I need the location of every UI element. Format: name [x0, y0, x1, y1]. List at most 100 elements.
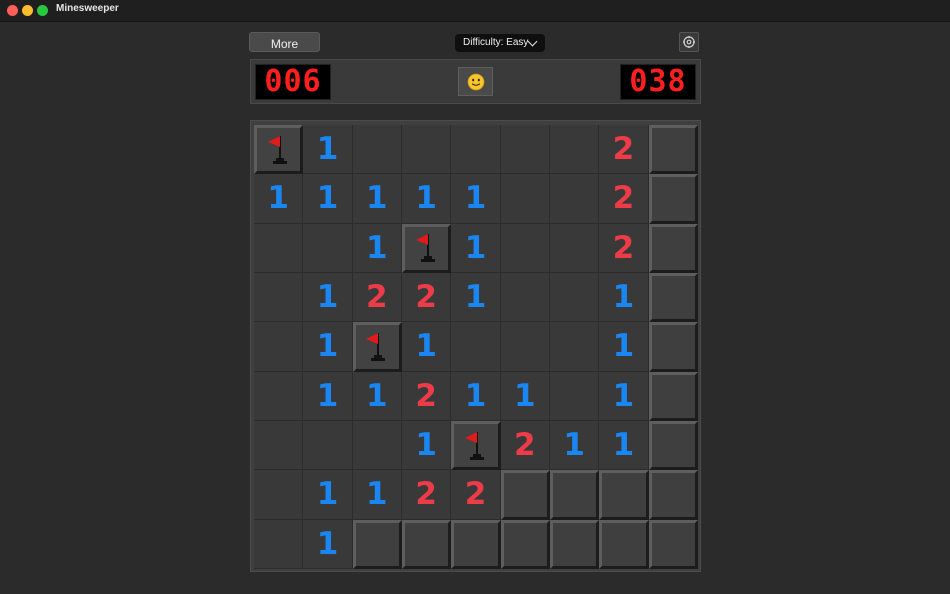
empty-cell[interactable] — [254, 470, 304, 520]
empty-cell[interactable] — [549, 223, 600, 273]
number-cell[interactable]: 1 — [303, 322, 353, 372]
cell-number: 1 — [464, 180, 487, 217]
hidden-cell[interactable] — [352, 519, 402, 569]
hidden-cell[interactable] — [648, 223, 698, 273]
hidden-cell[interactable] — [648, 420, 698, 471]
number-cell[interactable]: 1 — [401, 174, 452, 224]
empty-cell[interactable] — [549, 322, 600, 372]
empty-cell[interactable] — [451, 322, 501, 372]
number-cell[interactable]: 1 — [303, 174, 353, 224]
difficulty-select[interactable]: Difficulty: Easy — [455, 34, 545, 52]
number-cell[interactable]: 1 — [451, 272, 501, 323]
empty-cell[interactable] — [451, 125, 501, 175]
number-cell[interactable]: 2 — [599, 125, 649, 175]
flagged-cell[interactable] — [401, 223, 452, 273]
empty-cell[interactable] — [254, 272, 304, 323]
hidden-cell[interactable] — [451, 519, 501, 569]
number-cell[interactable]: 1 — [599, 371, 649, 421]
hidden-cell[interactable] — [549, 470, 600, 520]
hidden-cell[interactable] — [401, 519, 452, 569]
hidden-cell[interactable] — [549, 519, 600, 569]
cell-number: 1 — [366, 180, 388, 217]
number-cell[interactable]: 2 — [599, 223, 649, 273]
empty-cell[interactable] — [500, 125, 550, 175]
empty-cell[interactable] — [254, 519, 304, 569]
empty-cell[interactable] — [401, 125, 452, 175]
timer-counter: 038 — [620, 64, 696, 100]
number-cell[interactable]: 2 — [401, 371, 452, 421]
hidden-cell[interactable] — [648, 470, 698, 520]
flagged-cell[interactable] — [451, 420, 501, 471]
empty-cell[interactable] — [500, 272, 550, 323]
close-window-button[interactable] — [7, 5, 18, 16]
empty-cell[interactable] — [303, 223, 353, 273]
number-cell[interactable]: 1 — [401, 420, 452, 471]
hidden-cell[interactable] — [648, 174, 698, 224]
minimize-window-button[interactable] — [22, 5, 33, 16]
cell-number: 1 — [612, 328, 635, 365]
number-cell[interactable]: 1 — [599, 420, 649, 471]
zoom-window-button[interactable] — [37, 5, 48, 16]
more-games-button[interactable]: More Games — [249, 32, 320, 71]
empty-cell[interactable] — [549, 371, 600, 421]
number-cell[interactable]: 1 — [352, 371, 402, 421]
number-cell[interactable]: 1 — [401, 322, 452, 372]
number-cell[interactable]: 1 — [451, 371, 501, 421]
hidden-cell[interactable] — [599, 470, 649, 520]
number-cell[interactable]: 1 — [352, 174, 402, 224]
flag-icon — [414, 230, 440, 266]
empty-cell[interactable] — [549, 174, 600, 224]
hidden-cell[interactable] — [648, 371, 698, 421]
flagged-cell[interactable] — [254, 125, 304, 175]
number-cell[interactable]: 2 — [401, 272, 452, 323]
hidden-cell[interactable] — [648, 519, 698, 569]
empty-cell[interactable] — [254, 371, 304, 421]
cell-number: 1 — [464, 229, 487, 266]
number-cell[interactable]: 1 — [303, 371, 353, 421]
settings-button[interactable] — [679, 32, 699, 52]
number-cell[interactable]: 1 — [599, 272, 649, 323]
number-cell[interactable]: 1 — [303, 519, 353, 569]
cell-number: 1 — [316, 476, 339, 513]
number-cell[interactable]: 2 — [500, 420, 550, 471]
empty-cell[interactable] — [352, 125, 402, 175]
number-cell[interactable]: 1 — [451, 223, 501, 273]
hidden-cell[interactable] — [500, 470, 550, 520]
cell-number: 1 — [366, 476, 388, 513]
number-cell[interactable]: 1 — [549, 420, 600, 471]
hidden-cell[interactable] — [599, 519, 649, 569]
cell-number: 1 — [464, 377, 487, 414]
number-cell[interactable]: 1 — [352, 223, 402, 273]
hidden-cell[interactable] — [648, 125, 698, 175]
number-cell[interactable]: 1 — [352, 470, 402, 520]
number-cell[interactable]: 1 — [303, 272, 353, 323]
empty-cell[interactable] — [549, 125, 600, 175]
empty-cell[interactable] — [254, 322, 304, 372]
number-cell[interactable]: 1 — [599, 322, 649, 372]
number-cell[interactable]: 1 — [254, 174, 304, 224]
number-cell[interactable]: 1 — [303, 125, 353, 175]
cell-number: 1 — [316, 525, 339, 562]
number-cell[interactable]: 2 — [401, 470, 452, 520]
empty-cell[interactable] — [500, 322, 550, 372]
cell-number: 1 — [316, 180, 339, 217]
number-cell[interactable]: 1 — [500, 371, 550, 421]
empty-cell[interactable] — [352, 420, 402, 471]
number-cell[interactable]: 1 — [451, 174, 501, 224]
hidden-cell[interactable] — [648, 272, 698, 323]
empty-cell[interactable] — [254, 420, 304, 471]
flagged-cell[interactable] — [352, 322, 402, 372]
empty-cell[interactable] — [303, 420, 353, 471]
number-cell[interactable]: 2 — [451, 470, 501, 520]
number-cell[interactable]: 2 — [599, 174, 649, 224]
empty-cell[interactable] — [500, 174, 550, 224]
empty-cell[interactable] — [500, 223, 550, 273]
number-cell[interactable]: 1 — [303, 470, 353, 520]
hidden-cell[interactable] — [648, 322, 698, 372]
empty-cell[interactable] — [254, 223, 304, 273]
empty-cell[interactable] — [549, 272, 600, 323]
new-game-button[interactable] — [458, 67, 493, 96]
number-cell[interactable]: 2 — [352, 272, 402, 323]
cell-number: 2 — [415, 476, 437, 513]
hidden-cell[interactable] — [500, 519, 550, 569]
